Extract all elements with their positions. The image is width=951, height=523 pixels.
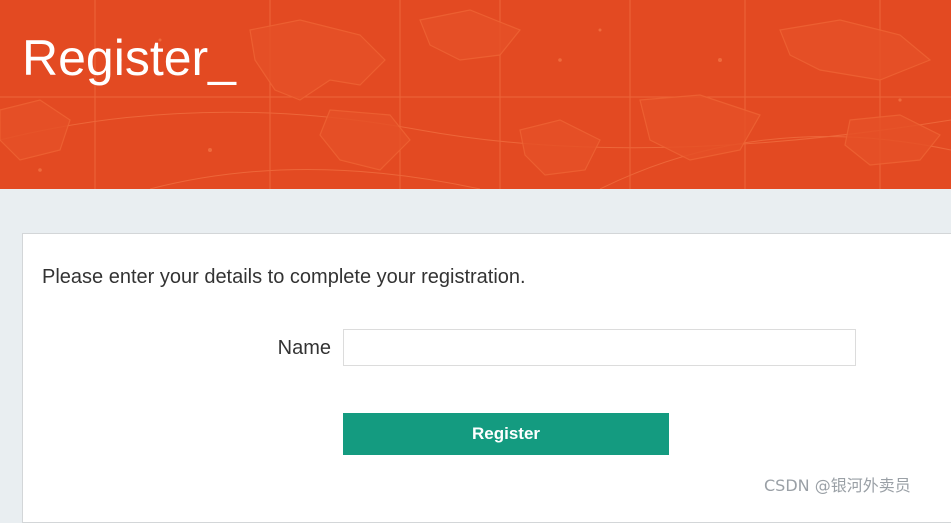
name-label: Name: [277, 337, 331, 359]
watermark: CSDN @银河外卖员: [764, 476, 911, 495]
name-field[interactable]: [343, 329, 856, 366]
page-title: Register_: [22, 30, 236, 86]
header-banner: Register_: [0, 0, 951, 189]
intro-text: Please enter your details to complete yo…: [42, 266, 526, 288]
register-button[interactable]: Register: [343, 413, 669, 455]
